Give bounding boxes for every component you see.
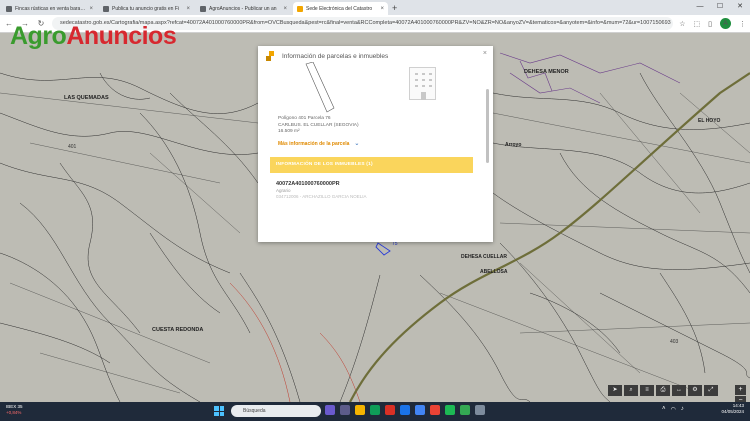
layers-icon[interactable]: ≡ (640, 385, 654, 396)
copilot-icon[interactable] (325, 405, 335, 415)
tab-title: AgroAnuncios - Publicar un an (209, 5, 277, 12)
date-display: 04/05/2024 (721, 409, 744, 414)
map-label-dehesa-cuellar: DEHESA CUELLAR (461, 254, 507, 260)
window-controls: — ☐ ✕ (690, 0, 750, 15)
chevron-up-icon[interactable]: ˄ (662, 406, 666, 413)
photos-icon[interactable] (415, 405, 425, 415)
system-tray: ˄ ◠ ♪ (662, 406, 684, 413)
close-tab-icon[interactable]: × (89, 6, 93, 12)
map-label-arroyo: Arroyo (505, 142, 522, 148)
taskbar-search-input[interactable]: Búsqueda (231, 405, 321, 417)
tab-favicon-icon (103, 5, 109, 12)
map-number-403: 403 (670, 339, 679, 345)
minimize-icon[interactable]: — (690, 0, 710, 15)
wifi-icon[interactable]: ◠ (671, 406, 676, 413)
extensions-icon[interactable]: ⬚ (694, 20, 701, 28)
navigate-icon[interactable]: ➤ (608, 385, 622, 396)
more-info-link[interactable]: Más información de la parcela ⌄ (278, 140, 360, 148)
catastro-logo-icon (266, 51, 276, 61)
map-label-las-quemadas: LAS QUEMADAS (64, 95, 109, 101)
zoom-in-icon[interactable]: + (735, 385, 746, 395)
map-label-cuesta-redonda: CUESTA REDONDA (152, 327, 204, 333)
search-map-icon[interactable]: ⌕ (624, 385, 638, 396)
settings-icon[interactable]: ⚙ (688, 385, 702, 396)
close-icon[interactable]: × (483, 50, 487, 57)
dialog-title: Información de parcelas e inmuebles (282, 52, 389, 60)
tab-favicon-icon (6, 5, 12, 12)
map-label-dehesa-menor: DEHESA MENOR (524, 69, 569, 75)
tab-agroanuncios[interactable]: AgroAnuncios - Publicar un an × (196, 2, 291, 15)
settings-app-icon[interactable] (475, 405, 485, 415)
measure-icon[interactable]: ↔ (672, 385, 686, 396)
tab-title: Sede Electrónica del Catastro (306, 5, 373, 12)
close-tab-icon[interactable]: × (283, 6, 287, 12)
catastro-favicon-icon (297, 5, 303, 12)
tab-publica[interactable]: Publica tu anuncio gratis en Fi × (99, 2, 194, 15)
screen: Fincas rústicas en venta baratas × Publi… (0, 0, 750, 421)
store-icon[interactable] (400, 405, 410, 415)
zoom-controls: + − (735, 385, 746, 402)
profile-avatar[interactable]: A (720, 18, 731, 29)
map-toolbar: ➤ ⌕ ≡ ⎙ ↔ ⚙ ⤢ (608, 385, 718, 397)
browser-tabstrip: Fincas rústicas en venta baratas × Publi… (0, 0, 750, 15)
tab-favicon-icon (200, 5, 206, 12)
parcel-area: 16.509 m² (278, 129, 300, 134)
volume-icon[interactable]: ♪ (681, 406, 684, 413)
owner-reference: 034712006 - ARCHAZILLO GARCIA NOELIA (276, 194, 367, 199)
maximize-icon[interactable]: ☐ (710, 0, 730, 15)
new-tab-button[interactable]: + (392, 2, 397, 15)
spotify-icon[interactable] (445, 405, 455, 415)
mail-icon[interactable] (385, 405, 395, 415)
file-explorer-icon[interactable] (355, 405, 365, 415)
tab-fincas[interactable]: Fincas rústicas en venta baratas × (2, 2, 97, 15)
map-number-401: 401 (68, 144, 77, 150)
dialog-header: Información de parcelas e inmuebles × (258, 46, 493, 66)
edge-icon[interactable] (370, 405, 380, 415)
tab-catastro[interactable]: Sede Electrónica del Catastro × (293, 2, 388, 15)
properties-section-header: INFORMACIÓN DE LOS INMUEBLES (1) (270, 157, 473, 173)
fullscreen-icon[interactable]: ⤢ (704, 385, 718, 396)
dialog-scrollbar[interactable] (486, 89, 489, 163)
parcel-outline-icon (305, 62, 335, 113)
tab-title: Fincas rústicas en venta baratas (15, 5, 87, 12)
toolbar-icons: ☆ ⬚ ▯ A ⋮ (679, 18, 746, 29)
index-name: IBEX 35 (6, 404, 23, 409)
close-window-icon[interactable]: ✕ (730, 0, 750, 15)
sidepanel-icon[interactable]: ▯ (708, 20, 712, 28)
property-use: Agrario (276, 188, 291, 193)
map-label-el-hoyo: EL HOYO (698, 118, 721, 124)
map-label-abellosa: ABELLOSA (480, 269, 508, 275)
building-icon (409, 67, 436, 100)
clock[interactable]: 14:43 04/05/2024 (721, 403, 744, 415)
market-widget[interactable]: IBEX 35 +0,84% (6, 404, 23, 415)
agroanuncios-logo: AgroAnuncios (10, 22, 177, 50)
windows-start-icon[interactable] (214, 406, 224, 416)
office-icon[interactable] (430, 405, 440, 415)
print-icon[interactable]: ⎙ (656, 385, 670, 396)
star-icon[interactable]: ☆ (679, 20, 685, 28)
cadastral-reference[interactable]: 40072A401000760000PR (276, 181, 340, 187)
close-tab-icon[interactable]: × (380, 6, 384, 12)
parcel-details: Polígono 401 Parcela 76 CARLBUS. EL CUEL… (278, 116, 359, 136)
tab-title: Publica tu anuncio gratis en Fi (112, 5, 179, 12)
chrome-icon[interactable] (460, 405, 470, 415)
index-change: +0,84% (6, 409, 22, 415)
menu-icon[interactable]: ⋮ (739, 20, 746, 28)
task-view-icon[interactable] (340, 405, 350, 415)
chevron-down-icon: ⌄ (354, 141, 360, 147)
taskbar-apps (325, 405, 485, 415)
close-tab-icon[interactable]: × (186, 6, 190, 12)
